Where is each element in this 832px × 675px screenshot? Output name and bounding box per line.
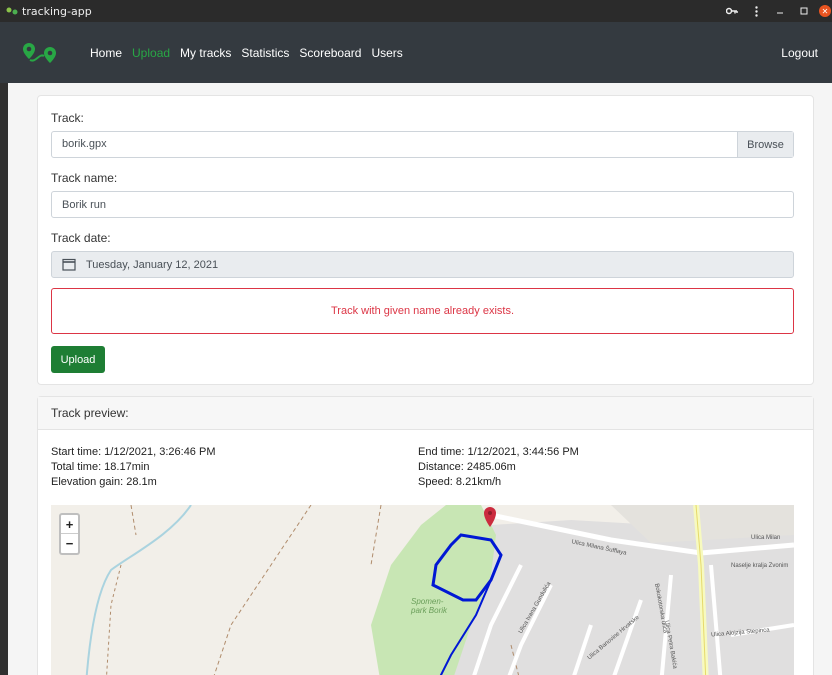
minimize-icon[interactable]: [768, 0, 792, 22]
error-alert: Track with given name already exists.: [51, 288, 794, 334]
track-file-input[interactable]: borik.gpx Browse: [51, 131, 794, 158]
map-zoom-control: + −: [59, 513, 80, 555]
speed: Speed: 8.21km/h: [418, 476, 502, 488]
nav-link-my-tracks[interactable]: My tracks: [175, 45, 236, 61]
browse-button[interactable]: Browse: [737, 132, 793, 157]
track-date-value: Tuesday, January 12, 2021: [86, 258, 219, 271]
nav-link-users[interactable]: Users: [366, 45, 407, 61]
stats-left: Start time: 1/12/2021, 3:26:46 PM Total …: [51, 445, 215, 490]
key-icon[interactable]: [720, 0, 744, 22]
close-button[interactable]: ✕: [816, 0, 832, 22]
window-title: tracking-app: [22, 4, 92, 18]
track-file-label: Track:: [51, 111, 84, 125]
nav-link-statistics[interactable]: Statistics: [236, 45, 294, 61]
zoom-in-button[interactable]: +: [61, 515, 78, 534]
maximize-icon[interactable]: [792, 0, 816, 22]
stats-right: End time: 1/12/2021, 3:44:56 PM Distance…: [418, 445, 579, 490]
elevation-gain: Elevation gain: 28.1m: [51, 476, 157, 488]
track-date-label: Track date:: [51, 231, 111, 245]
page-content: Track: borik.gpx Browse Track name: Bori…: [8, 83, 832, 675]
track-name-value: Borik run: [62, 198, 107, 211]
nav-link-upload[interactable]: Upload: [127, 45, 175, 61]
calendar-icon: [62, 258, 76, 271]
preview-header: Track preview:: [38, 397, 813, 430]
upload-button[interactable]: Upload: [51, 346, 105, 373]
map-label-street-3: Naselje kralja Zvonim: [731, 563, 789, 569]
brand-logo-icon[interactable]: [20, 38, 68, 68]
end-time: End time: 1/12/2021, 3:44:56 PM: [418, 446, 579, 458]
distance: Distance: 2485.06m: [418, 461, 516, 473]
track-preview-card: Track preview: Start time: 1/12/2021, 3:…: [37, 396, 814, 675]
logout-link[interactable]: Logout: [781, 46, 818, 60]
track-map[interactable]: Spomen-park Borik Ulica Milana Šufflaya …: [51, 505, 794, 675]
window-titlebar: tracking-app ✕: [0, 0, 832, 22]
map-tiles: [85, 505, 794, 675]
nav-link-home[interactable]: Home: [85, 45, 127, 61]
nav-links: Home Upload My tracks Statistics Scorebo…: [85, 45, 408, 61]
file-name: borik.gpx: [62, 138, 107, 150]
total-time: Total time: 18.17min: [51, 461, 150, 473]
zoom-out-button[interactable]: −: [61, 534, 78, 553]
map-label-street-2: Ulica Milan: [751, 535, 781, 541]
navbar: Home Upload My tracks Statistics Scorebo…: [0, 22, 832, 83]
error-message: Track with given name already exists.: [331, 305, 514, 317]
preview-title: Track preview:: [51, 406, 129, 420]
kebab-menu-icon[interactable]: [744, 0, 768, 22]
track-name-label: Track name:: [51, 171, 118, 185]
app-icon: [6, 5, 18, 17]
map-label-park: Spomen-park Borik: [411, 597, 448, 615]
start-time: Start time: 1/12/2021, 3:26:46 PM: [51, 446, 216, 458]
track-name-input[interactable]: Borik run: [51, 191, 794, 218]
upload-form-card: Track: borik.gpx Browse Track name: Bori…: [37, 95, 814, 385]
close-icon: ✕: [819, 5, 831, 17]
track-date-input[interactable]: Tuesday, January 12, 2021: [51, 251, 794, 278]
nav-link-scoreboard[interactable]: Scoreboard: [294, 45, 366, 61]
